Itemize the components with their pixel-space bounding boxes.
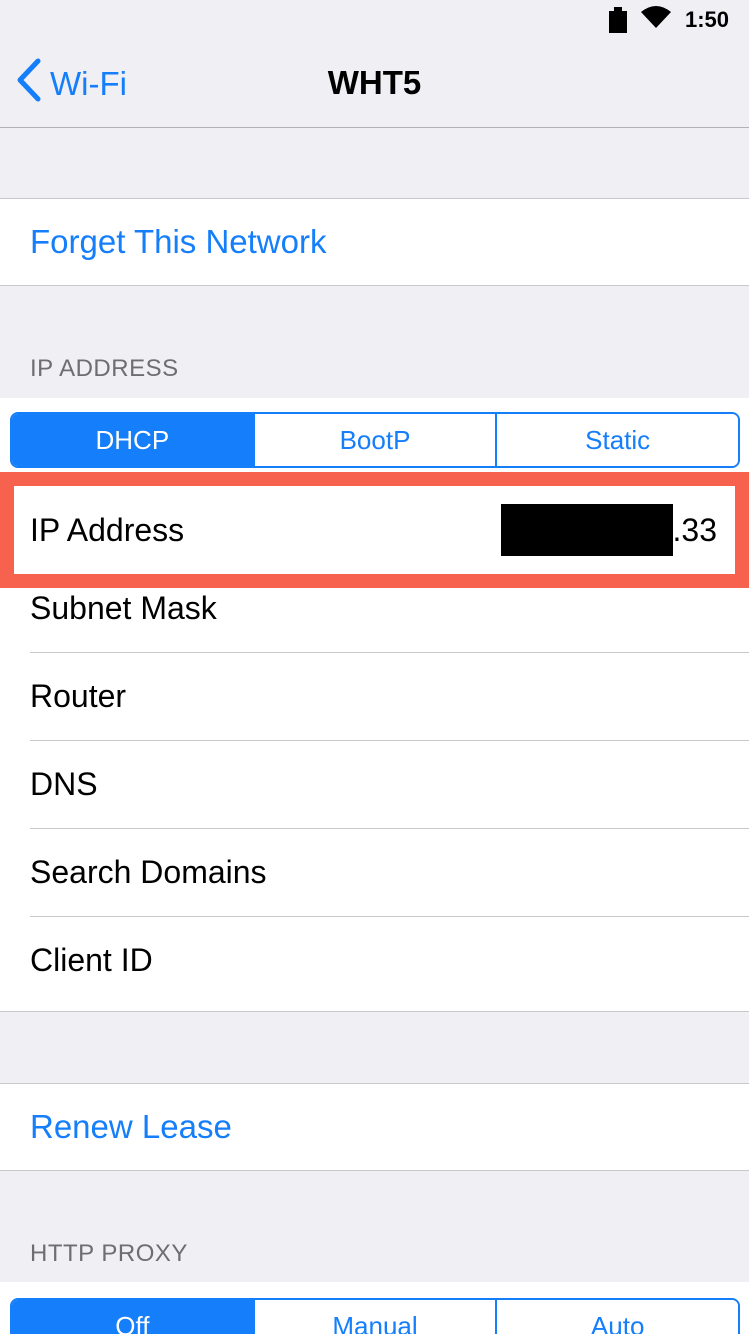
search-domains-label: Search Domains bbox=[30, 853, 267, 890]
client-id-label: Client ID bbox=[30, 941, 153, 978]
renew-lease-button[interactable]: Renew Lease bbox=[0, 1084, 749, 1170]
proxy-mode-segmented-control: Off Manual Auto bbox=[10, 1298, 740, 1334]
ip-address-label: IP Address bbox=[30, 511, 185, 548]
router-row[interactable]: Router bbox=[0, 652, 749, 740]
subnet-mask-label: Subnet Mask bbox=[30, 589, 217, 626]
wifi-icon bbox=[640, 6, 671, 34]
ip-mode-wrapper: DHCP BootP Static bbox=[0, 398, 749, 476]
router-label: Router bbox=[30, 677, 127, 714]
status-bar: 1:50 bbox=[0, 0, 749, 40]
renew-lease-group: Renew Lease bbox=[0, 1083, 749, 1171]
segment-off[interactable]: Off bbox=[12, 1300, 253, 1334]
ip-address-row[interactable]: IP Address .33 bbox=[14, 486, 735, 574]
nav-bar: Wi-Fi WHT5 bbox=[0, 40, 749, 128]
ip-address-header: IP ADDRESS bbox=[30, 355, 179, 382]
proxy-mode-wrapper: Off Manual Auto bbox=[0, 1282, 749, 1334]
redaction-block bbox=[500, 504, 673, 556]
segment-auto[interactable]: Auto bbox=[495, 1300, 738, 1334]
segment-bootp[interactable]: BootP bbox=[252, 414, 496, 466]
forget-network-button[interactable]: Forget This Network bbox=[0, 199, 749, 285]
status-time: 1:50 bbox=[684, 7, 729, 32]
dns-row[interactable]: DNS bbox=[0, 740, 749, 828]
client-id-row[interactable]: Client ID bbox=[0, 916, 749, 1004]
forget-network-group: Forget This Network bbox=[0, 198, 749, 286]
ip-address-value: .33 bbox=[500, 504, 717, 556]
ip-mode-segmented-control: DHCP BootP Static bbox=[10, 412, 740, 468]
ip-address-suffix: .33 bbox=[672, 511, 717, 548]
battery-icon bbox=[608, 7, 627, 33]
dns-label: DNS bbox=[30, 765, 98, 802]
segment-dhcp[interactable]: DHCP bbox=[12, 414, 253, 466]
segment-manual[interactable]: Manual bbox=[252, 1300, 496, 1334]
search-domains-row[interactable]: Search Domains bbox=[0, 828, 749, 916]
segment-static[interactable]: Static bbox=[495, 414, 738, 466]
page-title: WHT5 bbox=[327, 64, 422, 101]
http-proxy-header: HTTP PROXY bbox=[30, 1240, 188, 1267]
